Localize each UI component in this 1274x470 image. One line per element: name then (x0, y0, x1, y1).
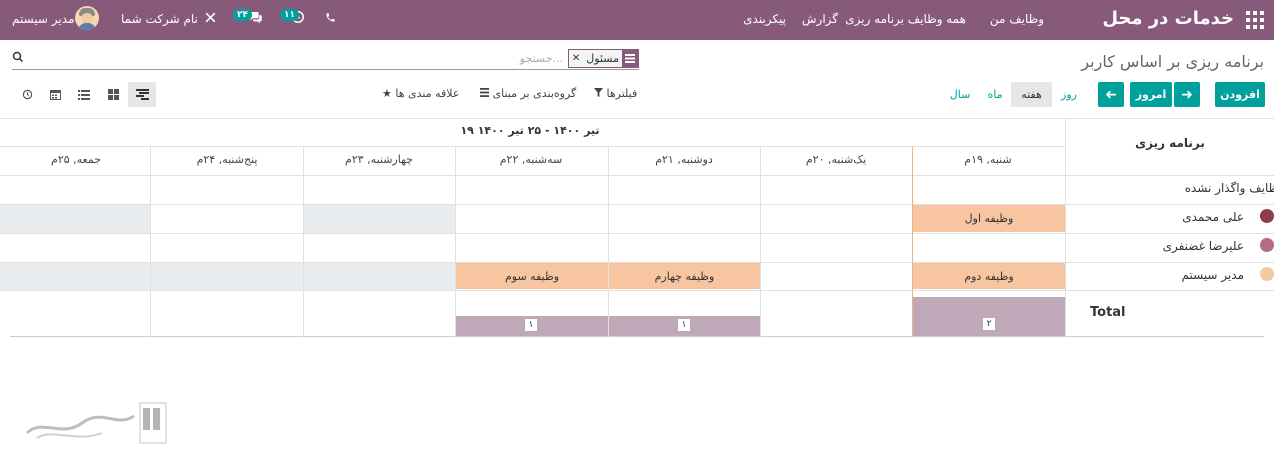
day-header: پنج‌شنبه, ۲۴م (196, 153, 258, 166)
today-button[interactable]: امروز (1130, 82, 1172, 107)
scale-year[interactable]: سال (942, 82, 978, 107)
gantt-planning-header: برنامه ریزی (1135, 136, 1205, 150)
day-header: دوشنبه, ۲۱م (655, 153, 713, 166)
phone-icon[interactable] (325, 11, 336, 27)
day-header: یک‌شنبه, ۲۰م (805, 153, 867, 166)
previous-button[interactable]: ➜ (1098, 82, 1124, 107)
person-avatar (1260, 267, 1274, 281)
scale-day[interactable]: روز (1054, 82, 1084, 107)
debug-tools-icon[interactable] (204, 11, 217, 28)
calendar-view-icon (49, 90, 61, 100)
favorites-label: علاقه مندی ها (395, 87, 460, 100)
offday-cell (304, 263, 455, 290)
task-pill[interactable]: وظیفه سوم (456, 263, 608, 289)
groupby-dropdown[interactable]: گروه‌بندی بر مبنای (480, 87, 576, 100)
row-label-alireza: علیرضا غضنفری (1162, 239, 1244, 253)
favorites-dropdown[interactable]: ★ علاقه مندی ها (382, 87, 459, 100)
facet-value: مسئول (583, 50, 622, 67)
row-label-unassigned: وظایف واگذار نشده (1184, 181, 1274, 195)
activity-clock-view-icon (22, 89, 32, 100)
top-navbar: خدمات در محل وظایف من همه وظایف برنامه ر… (0, 0, 1274, 40)
filter-icon (594, 87, 607, 100)
arrow-right-icon: ➜ (1181, 86, 1193, 103)
calendar-view-button[interactable] (41, 82, 69, 107)
app-brand[interactable]: خدمات در محل (1102, 8, 1234, 29)
search-facet[interactable]: مسئول ✕ (567, 49, 639, 68)
facet-remove-icon[interactable]: ✕ (568, 50, 584, 67)
list-view-icon (78, 89, 90, 100)
task-pill[interactable]: وظیفه دوم (913, 263, 1065, 289)
gantt-date-range: ۱۹ تیر ۱۴۰۰ - ۲۵ تیر ۱۴۰۰ (460, 124, 600, 137)
company-switcher[interactable]: نام شرکت شما (121, 12, 198, 26)
next-button[interactable]: ➜ (1174, 82, 1200, 107)
offday-cell (0, 205, 150, 233)
gantt-grid: ۱۹ تیر ۱۴۰۰ - ۲۵ تیر ۱۴۰۰ برنامه ریزی شن… (0, 118, 1274, 338)
day-header: شنبه, ۱۹م (964, 153, 1012, 166)
star-icon: ★ (382, 87, 392, 100)
list-view-button[interactable] (70, 82, 98, 107)
watermark-logo (22, 398, 172, 448)
kanban-view-button[interactable] (99, 82, 127, 107)
user-menu[interactable]: مدیر سیستم (12, 12, 75, 26)
task-pill[interactable]: وظیفه اول (913, 205, 1065, 232)
menu-planning[interactable]: برنامه ریزی (845, 12, 904, 26)
person-avatar (1260, 209, 1274, 223)
groupby-icon (480, 87, 493, 100)
menu-reporting[interactable]: گزارش (802, 12, 838, 26)
menu-configuration[interactable]: پیکربندی (743, 12, 786, 26)
row-label-ali: علی محمدی (1182, 210, 1244, 224)
task-pill[interactable]: وظیفه چهارم (609, 263, 760, 289)
apps-menu-icon[interactable] (1246, 11, 1264, 29)
add-button[interactable]: افزودن (1215, 82, 1265, 107)
filters-label: فیلترها (606, 87, 638, 100)
offday-cell (151, 263, 303, 290)
day-header: جمعه, ۲۵م (51, 153, 101, 166)
scale-week[interactable]: هفته (1011, 82, 1052, 107)
kanban-view-icon (107, 89, 119, 100)
person-avatar (1260, 238, 1274, 252)
activities-badge: ۱۱ (280, 9, 299, 21)
arrow-left-icon: ➜ (1105, 86, 1117, 103)
total-count: ۲ (983, 318, 995, 330)
gantt-view-button[interactable] (128, 82, 156, 107)
groupby-label: گروه‌بندی بر مبنای (492, 87, 577, 100)
offday-cell (0, 263, 150, 290)
gantt-view-icon (135, 89, 149, 100)
page-title: برنامه ریزی بر اساس کاربر (1081, 52, 1264, 71)
menu-all-tasks[interactable]: همه وظایف (908, 12, 966, 26)
facet-groupby-icon (622, 50, 638, 67)
total-count: ۱ (678, 319, 690, 331)
search-icon[interactable] (12, 51, 25, 64)
total-count: ۱ (525, 319, 537, 331)
day-header: چهارشنبه, ۲۳م (345, 153, 413, 166)
total-bar (913, 297, 1065, 336)
search-input[interactable] (263, 49, 563, 68)
row-label-admin: مدیر سیستم (1181, 268, 1245, 282)
menu-my-tasks[interactable]: وظایف من (990, 12, 1044, 26)
user-avatar[interactable] (75, 6, 99, 30)
activity-view-button[interactable] (13, 82, 41, 107)
search-bar: مسئول ✕ (12, 48, 639, 70)
scale-month[interactable]: ماه (981, 82, 1009, 107)
messages-badge: ۲۴ (233, 9, 252, 21)
filters-dropdown[interactable]: فیلترها (594, 87, 637, 100)
day-header: سه‌شنبه, ۲۲م (499, 153, 563, 166)
total-label: Total (1090, 305, 1126, 320)
offday-cell (304, 205, 455, 233)
